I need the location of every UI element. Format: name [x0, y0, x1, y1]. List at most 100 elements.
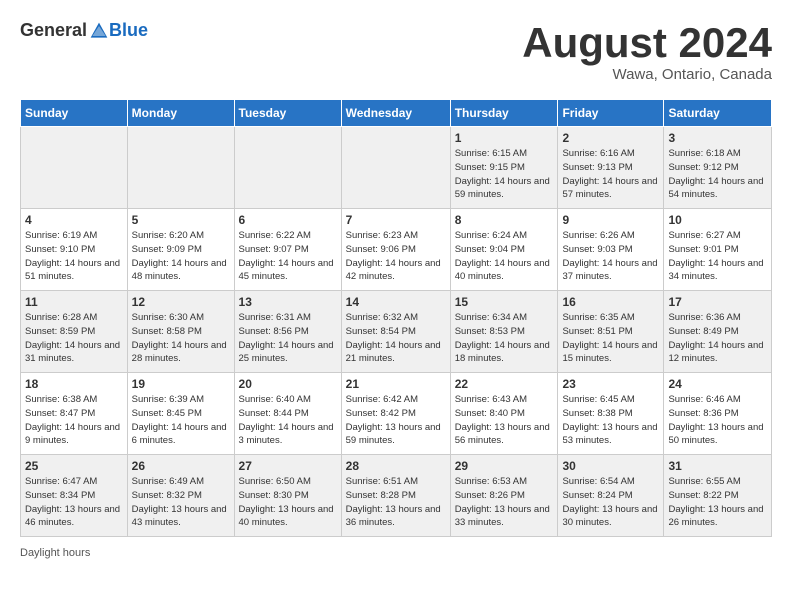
day-header-saturday: Saturday — [664, 100, 772, 127]
day-number: 14 — [346, 295, 446, 309]
month-title: August 2024 — [522, 20, 772, 66]
calendar-cell: 21Sunrise: 6:42 AM Sunset: 8:42 PM Dayli… — [341, 373, 450, 455]
calendar-cell: 24Sunrise: 6:46 AM Sunset: 8:36 PM Dayli… — [664, 373, 772, 455]
day-info: Sunrise: 6:38 AM Sunset: 8:47 PM Dayligh… — [25, 393, 123, 448]
calendar-cell: 7Sunrise: 6:23 AM Sunset: 9:06 PM Daylig… — [341, 209, 450, 291]
page-header: General Blue August 2024 Wawa, Ontario, … — [20, 20, 772, 83]
calendar-cell: 10 Sunrise: 6:27 AM Sunset: 9:01 PM Dayli… — [664, 209, 772, 291]
calendar-cell — [127, 127, 234, 209]
day-info: Sunrise: 6:24 AM Sunset: 9:04 PM Dayligh… — [455, 229, 554, 284]
calendar-cell — [234, 127, 341, 209]
day-info: Sunrise: 6:28 AM Sunset: 8:59 PM Dayligh… — [25, 311, 123, 366]
day-number: 13 — [239, 295, 337, 309]
calendar-cell: 16Sunrise: 6:35 AM Sunset: 8:51 PM Dayli… — [558, 291, 664, 373]
calendar-cell: 9Sunrise: 6:26 AM Sunset: 9:03 PM Daylig… — [558, 209, 664, 291]
day-info: Sunrise: 6:32 AM Sunset: 8:54 PM Dayligh… — [346, 311, 446, 366]
calendar-cell: 17 Sunrise: 6:36 AM Sunset: 8:49 PM Dayli… — [664, 291, 772, 373]
day-number: 10 — [668, 213, 767, 227]
calendar-cell: 20 Sunrise: 6:40 AM Sunset: 8:44 PM Dayli… — [234, 373, 341, 455]
day-number: 27 — [239, 459, 337, 473]
day-number: 30 — [562, 459, 659, 473]
day-number: 8 — [455, 213, 554, 227]
calendar-week-5: 25 Sunrise: 6:47 AM Sunset: 8:34 PM Dayli… — [21, 455, 772, 537]
logo: General Blue — [20, 20, 148, 41]
day-info: Sunrise: 6:45 AM Sunset: 8:38 PM Dayligh… — [562, 393, 659, 448]
day-number: 11 — [25, 295, 123, 309]
day-info: Sunrise: 6:40 AM Sunset: 8:44 PM Dayligh… — [239, 393, 337, 448]
day-header-monday: Monday — [127, 100, 234, 127]
day-number: 17 — [668, 295, 767, 309]
calendar-cell: 11 Sunrise: 6:28 AM Sunset: 8:59 PM Dayli… — [21, 291, 128, 373]
day-info: Sunrise: 6:34 AM Sunset: 8:53 PM Dayligh… — [455, 311, 554, 366]
calendar-cell: 30 Sunrise: 6:54 AM Sunset: 8:24 PM Dayli… — [558, 455, 664, 537]
title-block: August 2024 Wawa, Ontario, Canada — [522, 20, 772, 83]
day-number: 18 — [25, 377, 123, 391]
day-info: Sunrise: 6:43 AM Sunset: 8:40 PM Dayligh… — [455, 393, 554, 448]
day-header-thursday: Thursday — [450, 100, 558, 127]
day-info: Sunrise: 6:19 AM Sunset: 9:10 PM Dayligh… — [25, 229, 123, 284]
calendar-cell: 14 Sunrise: 6:32 AM Sunset: 8:54 PM Dayli… — [341, 291, 450, 373]
day-number: 20 — [239, 377, 337, 391]
footer-text: Daylight hours — [20, 547, 772, 559]
day-info: Sunrise: 6:31 AM Sunset: 8:56 PM Dayligh… — [239, 311, 337, 366]
day-info: Sunrise: 6:27 AM Sunset: 9:01 PM Dayligh… — [668, 229, 767, 284]
logo-icon — [89, 21, 109, 41]
day-number: 29 — [455, 459, 554, 473]
day-number: 15 — [455, 295, 554, 309]
day-number: 4 — [25, 213, 123, 227]
calendar-cell: 22 Sunrise: 6:43 AM Sunset: 8:40 PM Dayli… — [450, 373, 558, 455]
calendar-cell: 3 Sunrise: 6:18 AM Sunset: 9:12 PM Daylig… — [664, 127, 772, 209]
day-info: Sunrise: 6:46 AM Sunset: 8:36 PM Dayligh… — [668, 393, 767, 448]
calendar-cell: 12 Sunrise: 6:30 AM Sunset: 8:58 PM Dayli… — [127, 291, 234, 373]
calendar-week-3: 11 Sunrise: 6:28 AM Sunset: 8:59 PM Dayli… — [21, 291, 772, 373]
day-header-wednesday: Wednesday — [341, 100, 450, 127]
calendar-cell: 2 Sunrise: 6:16 AM Sunset: 9:13 PM Daylig… — [558, 127, 664, 209]
day-info: Sunrise: 6:36 AM Sunset: 8:49 PM Dayligh… — [668, 311, 767, 366]
day-header-friday: Friday — [558, 100, 664, 127]
day-number: 23 — [562, 377, 659, 391]
calendar-cell: 28Sunrise: 6:51 AM Sunset: 8:28 PM Dayli… — [341, 455, 450, 537]
calendar-header-row: SundayMondayTuesdayWednesdayThursdayFrid… — [21, 100, 772, 127]
day-info: Sunrise: 6:54 AM Sunset: 8:24 PM Dayligh… — [562, 475, 659, 530]
day-info: Sunrise: 6:22 AM Sunset: 9:07 PM Dayligh… — [239, 229, 337, 284]
calendar-cell: 1 Sunrise: 6:15 AM Sunset: 9:15 PM Daylig… — [450, 127, 558, 209]
day-info: Sunrise: 6:23 AM Sunset: 9:06 PM Dayligh… — [346, 229, 446, 284]
calendar-week-1: 1 Sunrise: 6:15 AM Sunset: 9:15 PM Daylig… — [21, 127, 772, 209]
calendar-body: 1 Sunrise: 6:15 AM Sunset: 9:15 PM Daylig… — [21, 127, 772, 537]
day-number: 1 — [455, 131, 554, 145]
day-number: 12 — [132, 295, 230, 309]
day-info: Sunrise: 6:35 AM Sunset: 8:51 PM Dayligh… — [562, 311, 659, 366]
calendar-cell: 25 Sunrise: 6:47 AM Sunset: 8:34 PM Dayli… — [21, 455, 128, 537]
day-info: Sunrise: 6:49 AM Sunset: 8:32 PM Dayligh… — [132, 475, 230, 530]
day-number: 9 — [562, 213, 659, 227]
calendar-cell: 15 Sunrise: 6:34 AM Sunset: 8:53 PM Dayli… — [450, 291, 558, 373]
day-info: Sunrise: 6:53 AM Sunset: 8:26 PM Dayligh… — [455, 475, 554, 530]
day-info: Sunrise: 6:16 AM Sunset: 9:13 PM Dayligh… — [562, 147, 659, 202]
calendar-cell: 8 Sunrise: 6:24 AM Sunset: 9:04 PM Daylig… — [450, 209, 558, 291]
calendar-cell: 5Sunrise: 6:20 AM Sunset: 9:09 PM Daylig… — [127, 209, 234, 291]
day-number: 22 — [455, 377, 554, 391]
day-info: Sunrise: 6:47 AM Sunset: 8:34 PM Dayligh… — [25, 475, 123, 530]
day-number: 2 — [562, 131, 659, 145]
calendar-cell: 29 Sunrise: 6:53 AM Sunset: 8:26 PM Dayli… — [450, 455, 558, 537]
day-header-tuesday: Tuesday — [234, 100, 341, 127]
day-number: 31 — [668, 459, 767, 473]
calendar-cell: 26Sunrise: 6:49 AM Sunset: 8:32 PM Dayli… — [127, 455, 234, 537]
day-number: 28 — [346, 459, 446, 473]
calendar-cell — [21, 127, 128, 209]
day-info: Sunrise: 6:18 AM Sunset: 9:12 PM Dayligh… — [668, 147, 767, 202]
calendar-table: SundayMondayTuesdayWednesdayThursdayFrid… — [20, 99, 772, 537]
logo-general-text: General — [20, 20, 87, 41]
day-info: Sunrise: 6:55 AM Sunset: 8:22 PM Dayligh… — [668, 475, 767, 530]
calendar-cell: 31 Sunrise: 6:55 AM Sunset: 8:22 PM Dayli… — [664, 455, 772, 537]
day-number: 21 — [346, 377, 446, 391]
day-number: 3 — [668, 131, 767, 145]
day-number: 25 — [25, 459, 123, 473]
day-info: Sunrise: 6:50 AM Sunset: 8:30 PM Dayligh… — [239, 475, 337, 530]
location-text: Wawa, Ontario, Canada — [522, 66, 772, 83]
day-info: Sunrise: 6:15 AM Sunset: 9:15 PM Dayligh… — [455, 147, 554, 202]
calendar-cell: 27 Sunrise: 6:50 AM Sunset: 8:30 PM Dayli… — [234, 455, 341, 537]
day-info: Sunrise: 6:30 AM Sunset: 8:58 PM Dayligh… — [132, 311, 230, 366]
day-info: Sunrise: 6:20 AM Sunset: 9:09 PM Dayligh… — [132, 229, 230, 284]
calendar-cell: 6Sunrise: 6:22 AM Sunset: 9:07 PM Daylig… — [234, 209, 341, 291]
